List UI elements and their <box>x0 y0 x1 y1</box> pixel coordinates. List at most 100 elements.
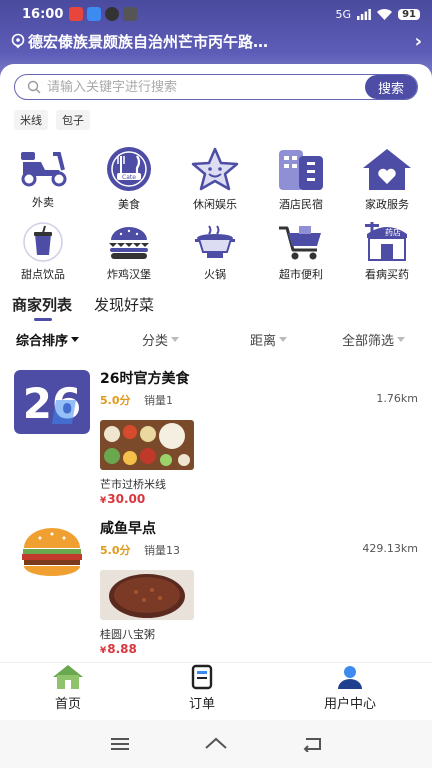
signal-icon <box>357 8 371 20</box>
dish-image[interactable] <box>100 420 194 470</box>
user-icon <box>338 666 362 689</box>
category-item-hotpot[interactable]: 火锅 <box>172 222 258 282</box>
category-label: 休闲娱乐 <box>193 198 237 211</box>
filter-label: 距离 <box>250 334 277 349</box>
nav-label: 首页 <box>54 697 81 712</box>
dish-price-value: 30.00 <box>107 492 146 506</box>
shop-name: 咸鱼早点 <box>100 521 156 537</box>
caret-down-icon <box>71 337 80 342</box>
pharmacy-sign-text: 药店 <box>385 227 401 237</box>
category-item-pharmacy[interactable]: 药店 看病买药 <box>344 222 430 282</box>
nav-label: 用户中心 <box>323 697 376 712</box>
category-item-housekeeping[interactable]: 家政服务 <box>344 146 430 212</box>
category-item-burger[interactable]: 炸鸡汉堡 <box>86 222 172 282</box>
location-selector[interactable]: 德宏傣族景颇族自治州芒市丙午路… › <box>10 30 422 52</box>
nav-orders[interactable]: 订单 <box>152 663 252 712</box>
filter-all[interactable]: 全部筛选 <box>342 330 406 349</box>
menu-icon[interactable] <box>110 736 130 752</box>
caret-down-icon <box>279 337 288 342</box>
category-item-entertainment[interactable]: 休闲娱乐 <box>172 146 258 212</box>
dish-price: ¥30.00 <box>100 492 145 506</box>
shop-logo-burger <box>14 520 90 584</box>
category-label: 火锅 <box>204 268 226 281</box>
nav-home[interactable]: 首页 <box>18 663 118 712</box>
currency-symbol: ¥ <box>100 496 107 506</box>
home-nav-icon[interactable] <box>204 736 228 752</box>
category-label: 家政服务 <box>365 198 409 211</box>
shop-distance: 1.76km <box>376 392 418 405</box>
search-bar: 搜索 <box>14 74 418 100</box>
shop-distance: 429.13km <box>362 542 418 555</box>
shop-list: 26 26时官方美食 5.0分 销量1 1.76km 芒市过桥米线 ¥30.00 <box>0 364 432 660</box>
filter-category[interactable]: 分类 <box>142 330 180 349</box>
shop-sales: 销量13 <box>144 544 180 557</box>
location-text: 德宏傣族景颇族自治州芒市丙午路… <box>28 32 269 51</box>
category-item-drinks[interactable]: 甜点饮品 <box>0 222 86 282</box>
notification-app-icon <box>69 7 84 21</box>
category-item-food[interactable]: Cate 美食 <box>86 146 172 212</box>
home-icon <box>53 665 83 689</box>
location-pin-icon <box>11 33 25 49</box>
category-label: 美食 <box>118 198 140 211</box>
pharmacy-icon: 药店 <box>365 222 407 261</box>
hot-tag[interactable]: 米线 <box>14 110 48 130</box>
category-label: 外卖 <box>32 196 54 209</box>
notification-app-icon <box>123 7 138 21</box>
chevron-right-icon: › <box>414 30 422 52</box>
burger-icon <box>109 227 149 259</box>
shop-score: 5.0分 <box>100 394 131 407</box>
drink-icon <box>23 222 63 262</box>
filter-bar: 综合排序 分类 距离 全部筛选 <box>0 330 432 350</box>
filter-sort[interactable]: 综合排序 <box>16 330 80 349</box>
category-item-takeout[interactable]: 外卖 <box>0 146 86 210</box>
battery-indicator: 91 <box>398 8 420 20</box>
filter-label: 分类 <box>142 334 169 349</box>
hotel-icon <box>279 150 323 190</box>
notification-app-icon <box>105 7 120 21</box>
filter-label: 全部筛选 <box>342 334 395 349</box>
nav-user-center[interactable]: 用户中心 <box>300 663 400 712</box>
currency-symbol: ¥ <box>100 646 107 656</box>
hot-tag[interactable]: 包子 <box>56 110 90 130</box>
category-label: 甜点饮品 <box>21 268 65 281</box>
tab-shop-list[interactable]: 商家列表 <box>12 294 72 321</box>
notification-app-icon <box>87 7 102 21</box>
search-button[interactable]: 搜索 <box>365 75 417 99</box>
wifi-icon <box>377 8 393 20</box>
dish-price-value: 8.88 <box>107 642 137 656</box>
shop-card[interactable]: 咸鱼早点 5.0分 销量13 429.13km 桂圆八宝粥 ¥8.88 <box>0 514 432 660</box>
scooter-icon <box>21 152 67 187</box>
status-indicators: 5G 91 <box>336 8 420 21</box>
status-time: 16:00 <box>22 6 64 22</box>
content-tabs: 商家列表 发现好菜 <box>12 294 154 321</box>
category-item-supermarket[interactable]: 超市便利 <box>258 222 344 282</box>
cate-badge-text: Cate <box>122 174 136 181</box>
filter-distance[interactable]: 距离 <box>250 330 288 349</box>
network-label: 5G <box>335 7 352 21</box>
status-bar: 16:00 5G 91 <box>0 0 432 28</box>
search-input[interactable] <box>41 79 365 95</box>
shop-sales: 销量1 <box>144 394 173 407</box>
cate-icon: Cate <box>107 147 151 191</box>
star-icon <box>191 147 239 191</box>
category-item-hotel[interactable]: 酒店民宿 <box>258 146 344 212</box>
hot-search-tags: 米线 包子 <box>14 110 90 130</box>
hotpot-icon <box>195 225 235 258</box>
order-icon <box>191 664 213 690</box>
tab-discover-dishes[interactable]: 发现好菜 <box>94 294 154 315</box>
dish-name: 桂圆八宝粥 <box>100 628 155 641</box>
shop-name: 26时官方美食 <box>100 371 190 387</box>
caret-down-icon <box>171 337 180 342</box>
back-icon[interactable] <box>302 736 322 752</box>
category-label: 看病买药 <box>365 268 409 281</box>
shop-card[interactable]: 26 26时官方美食 5.0分 销量1 1.76km 芒市过桥米线 ¥30.00 <box>0 364 432 514</box>
caret-down-icon <box>397 337 406 342</box>
nav-label: 订单 <box>188 697 215 712</box>
dish-price: ¥8.88 <box>100 642 137 656</box>
dish-image[interactable] <box>100 570 194 620</box>
shop-logo: 26 <box>14 370 90 434</box>
filter-label: 综合排序 <box>16 334 69 349</box>
bottom-navigation: 首页 订单 用户中心 <box>0 662 432 718</box>
category-label: 炸鸡汉堡 <box>107 268 151 281</box>
search-icon <box>27 80 41 94</box>
